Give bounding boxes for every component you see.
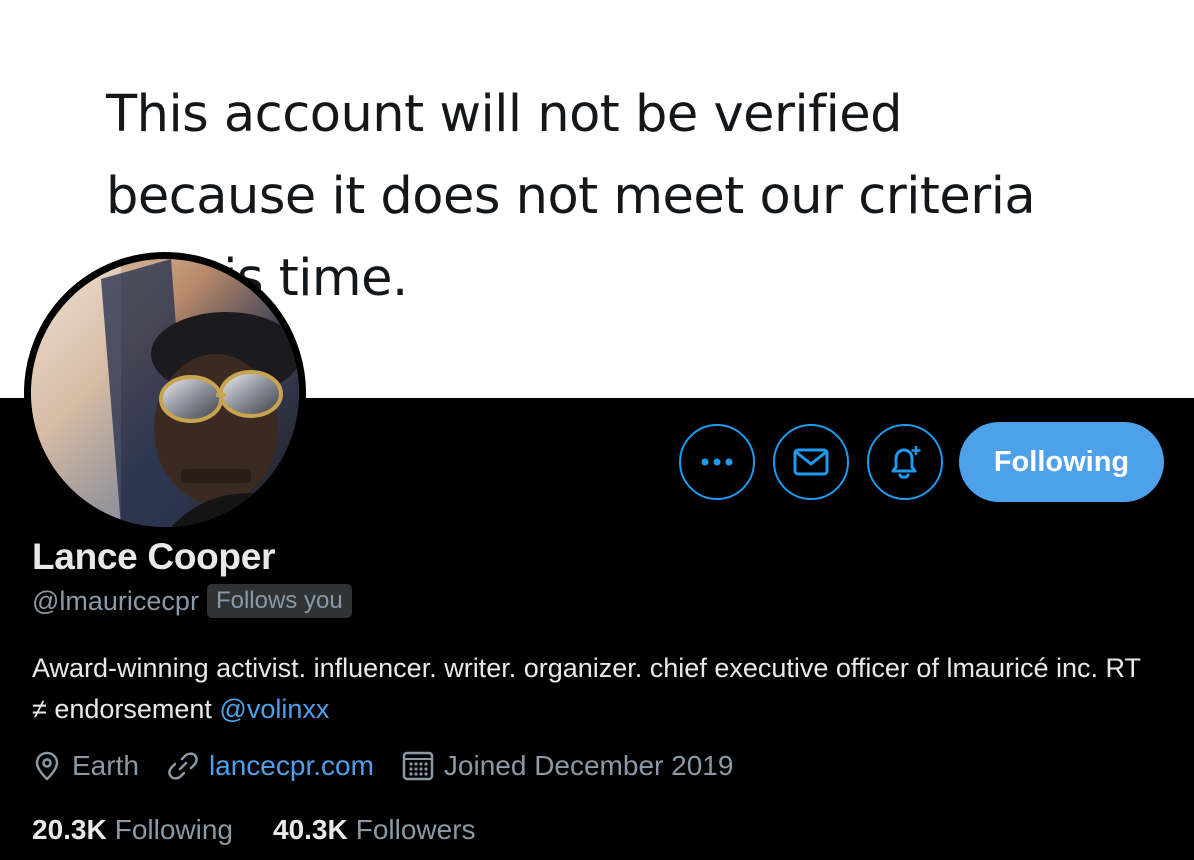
profile-name: Lance Cooper: [32, 536, 276, 577]
profile-bio: Award-winning activist. influencer. writ…: [32, 648, 1162, 730]
avatar[interactable]: [24, 252, 306, 534]
followers-count: 40.3K: [273, 814, 348, 845]
follows-you-badge: Follows you: [206, 584, 352, 618]
avatar-photo: [31, 259, 299, 527]
followers-label: Followers: [355, 814, 476, 845]
location-item: Earth: [32, 750, 139, 782]
message-button[interactable]: [773, 424, 849, 500]
notifications-button[interactable]: [867, 424, 943, 500]
banner-line-1: This account will not be verified: [106, 85, 903, 144]
profile-actions: Following: [679, 422, 1164, 502]
banner-message: This account will not be verified becaus…: [106, 74, 1106, 320]
followers-stat[interactable]: 40.3K Followers: [273, 814, 476, 846]
following-count: 20.3K: [32, 814, 107, 845]
joined-text: Joined December 2019: [443, 750, 734, 781]
following-stat[interactable]: 20.3K Following: [32, 814, 233, 846]
following-button[interactable]: Following: [959, 422, 1164, 502]
joined-item: Joined December 2019: [402, 750, 734, 782]
bio-text: Award-winning activist. influencer. writ…: [32, 653, 1141, 724]
location-pin-icon: [35, 751, 59, 781]
profile-handle: @lmauricecpr: [32, 585, 199, 616]
link-icon: [168, 752, 198, 780]
website-link[interactable]: lancecpr.com: [209, 750, 374, 782]
handle-row: @lmauricecpr Follows you: [32, 584, 352, 618]
envelope-icon: [793, 448, 829, 476]
more-button[interactable]: [679, 424, 755, 500]
website-item: lancecpr.com: [167, 750, 374, 782]
location-text: Earth: [72, 750, 139, 781]
following-label: Following: [114, 814, 233, 845]
profile-meta: Earth lancecpr.com Joined December 2019: [32, 750, 761, 782]
more-dots-icon: [701, 458, 733, 466]
bell-plus-icon: [891, 446, 921, 479]
bio-mention-link[interactable]: @volinxx: [219, 694, 329, 724]
calendar-icon: [402, 751, 434, 781]
follow-stats: 20.3K Following 40.3K Followers: [32, 814, 516, 846]
banner-line-2: because it does not meet our criteria: [106, 167, 1036, 226]
